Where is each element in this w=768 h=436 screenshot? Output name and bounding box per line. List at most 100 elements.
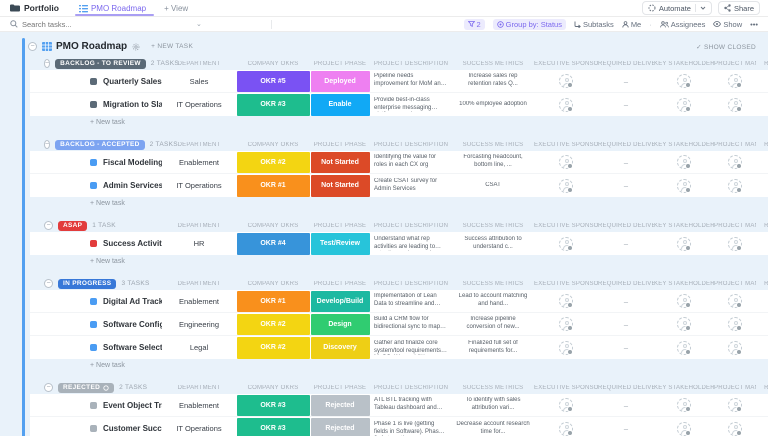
project-phase-cell[interactable]: Design	[310, 313, 370, 335]
column-header[interactable]: DEPARTMENT	[162, 142, 236, 148]
key-stakeholders-cell[interactable]	[654, 294, 714, 308]
filter-button[interactable]: 2	[463, 18, 485, 30]
status-bullet-icon[interactable]	[90, 240, 97, 247]
company-okr-cell[interactable]: OKR #3	[236, 394, 310, 416]
column-header[interactable]: PROJECT MANA...	[714, 142, 756, 148]
column-header[interactable]: COMPANY OKRS	[236, 385, 310, 391]
show-closed-toggle[interactable]: ✓ SHOW CLOSED	[696, 43, 756, 51]
company-okr-cell[interactable]: OKR #3	[236, 417, 310, 436]
success-metrics-cell[interactable]: Increase pipeline conversion of new...	[452, 316, 534, 332]
column-header[interactable]: PROJECT DESCRIPTION	[370, 385, 452, 391]
column-header[interactable]: REQU...	[756, 281, 768, 287]
required-delivery-teams-cell[interactable]: –	[598, 343, 654, 352]
project-description-cell[interactable]: ATL BTL tracking with Tableau dashboard …	[370, 397, 452, 413]
column-header[interactable]: PROJECT PHASE	[310, 223, 370, 229]
collapse-list-icon[interactable]: −	[28, 42, 37, 51]
key-stakeholders-cell[interactable]	[654, 317, 714, 331]
company-okr-cell[interactable]: OKR #2	[236, 336, 310, 359]
column-header[interactable]: SUCCESS METRICS	[452, 223, 534, 229]
table-row[interactable]: Software Selection Legal OKR #2 Discover…	[30, 336, 768, 359]
search-box[interactable]: ⌄	[10, 19, 265, 29]
executive-sponsors-cell[interactable]	[534, 398, 598, 412]
requested-cell[interactable]	[756, 237, 768, 251]
automate-button[interactable]: Automate	[641, 1, 712, 15]
project-description-cell[interactable]: Identifying the value for roles in each …	[370, 154, 452, 170]
project-manager-cell[interactable]	[714, 317, 756, 331]
column-header[interactable]: DEPARTMENT	[162, 223, 236, 229]
project-phase-cell[interactable]: Rejected	[310, 394, 370, 416]
project-phase-cell[interactable]: Deployed	[310, 70, 370, 92]
status-bullet-icon[interactable]	[90, 344, 97, 351]
table-row[interactable]: Migration to Slack Enterprise Grid IT Op…	[30, 93, 768, 116]
column-header[interactable]: REQUIRED DELIVERY TEAMS	[598, 223, 654, 229]
key-stakeholders-cell[interactable]	[654, 155, 714, 169]
column-header[interactable]: REQU...	[756, 385, 768, 391]
requested-cell[interactable]	[756, 155, 768, 169]
project-manager-cell[interactable]	[714, 178, 756, 193]
department-cell[interactable]: IT Operations	[162, 100, 236, 109]
column-header[interactable]: SUCCESS METRICS	[452, 385, 534, 391]
project-phase-cell[interactable]: Develop/Build	[310, 290, 370, 312]
column-header[interactable]: EXECUTIVE SPONSORS	[534, 223, 598, 229]
company-okr-cell[interactable]: OKR #2	[236, 313, 310, 335]
success-metrics-cell[interactable]: 100% employee adoption	[452, 101, 534, 109]
required-delivery-teams-cell[interactable]: –	[598, 77, 654, 86]
column-header[interactable]: PROJECT PHASE	[310, 385, 370, 391]
column-header[interactable]: SUCCESS METRICS	[452, 61, 534, 67]
department-cell[interactable]: Enablement	[162, 297, 236, 306]
column-header[interactable]: REQUIRED DELIVERY TEAMS	[598, 281, 654, 287]
status-bullet-icon[interactable]	[90, 182, 97, 189]
project-description-cell[interactable]: Create CSAT survey for Admin Services	[370, 178, 452, 194]
task-name-cell[interactable]: Quarterly Sales Check-In	[30, 77, 162, 86]
tab-pmo-roadmap[interactable]: PMO Roadmap	[74, 0, 155, 16]
department-cell[interactable]: Enablement	[162, 158, 236, 167]
project-description-cell[interactable]: Understand what rep activities are leadi…	[370, 236, 452, 252]
executive-sponsors-cell[interactable]	[534, 74, 598, 88]
task-name-cell[interactable]: Software Selection	[30, 343, 162, 352]
required-delivery-teams-cell[interactable]: –	[598, 424, 654, 433]
company-okr-cell[interactable]: OKR #1	[236, 174, 310, 197]
key-stakeholders-cell[interactable]	[654, 178, 714, 193]
requested-cell[interactable]	[756, 422, 768, 436]
department-cell[interactable]: Legal	[162, 343, 236, 352]
company-okr-cell[interactable]: OKR #1	[236, 290, 310, 312]
add-task-button[interactable]: + New task	[30, 197, 768, 210]
task-name-cell[interactable]: Customer Success Console	[30, 424, 162, 433]
executive-sponsors-cell[interactable]	[534, 236, 598, 251]
column-header[interactable]: REQUIRED DELIVERY TEAMS	[598, 142, 654, 148]
column-header[interactable]: SUCCESS METRICS	[452, 142, 534, 148]
column-header[interactable]: EXECUTIVE SPONSORS	[534, 385, 598, 391]
project-manager-cell[interactable]	[714, 421, 756, 436]
requested-cell[interactable]	[756, 179, 768, 193]
key-stakeholders-cell[interactable]	[654, 74, 714, 88]
column-header[interactable]: PROJECT MANA...	[714, 223, 756, 229]
department-cell[interactable]: IT Operations	[162, 424, 236, 433]
project-phase-cell[interactable]: Not Started	[310, 174, 370, 197]
project-manager-cell[interactable]	[714, 398, 756, 412]
column-header[interactable]: KEY STAKEHOLDERS	[654, 142, 714, 148]
required-delivery-teams-cell[interactable]: –	[598, 239, 654, 248]
project-manager-cell[interactable]	[714, 155, 756, 169]
column-header[interactable]: REQUIRED DELIVERY TEAMS	[598, 385, 654, 391]
success-metrics-cell[interactable]: Decrease account research time for...	[452, 421, 534, 436]
required-delivery-teams-cell[interactable]: –	[598, 401, 654, 410]
project-description-cell[interactable]: Phase 1 is live (getting fields in Softw…	[370, 421, 452, 436]
key-stakeholders-cell[interactable]	[654, 421, 714, 436]
column-header[interactable]: PROJECT DESCRIPTION	[370, 61, 452, 67]
task-name-cell[interactable]: Migration to Slack Enterprise Grid	[30, 100, 162, 109]
share-button[interactable]: Share	[717, 1, 760, 15]
project-phase-cell[interactable]: Test/Review	[310, 232, 370, 255]
add-task-button[interactable]: + New task	[30, 255, 768, 268]
column-header[interactable]: KEY STAKEHOLDERS	[654, 223, 714, 229]
company-okr-cell[interactable]: OKR #3	[236, 93, 310, 116]
collapse-group-icon[interactable]: −	[44, 140, 51, 149]
column-header[interactable]: REQU...	[756, 142, 768, 148]
requested-cell[interactable]	[756, 341, 768, 355]
assignees-button[interactable]: Assignees	[659, 20, 705, 29]
table-row[interactable]: Admin Services CSAT IT Operations OKR #1…	[30, 174, 768, 197]
table-row[interactable]: Event Object Tracking Enablement OKR #3 …	[30, 394, 768, 417]
column-header[interactable]: PROJECT PHASE	[310, 142, 370, 148]
table-row[interactable]: Fiscal Modeling Enablement OKR #2 Not St…	[30, 151, 768, 174]
task-name-cell[interactable]: Digital Ad Tracking	[30, 297, 162, 306]
status-badge[interactable]: IN PROGRESS	[58, 278, 117, 289]
